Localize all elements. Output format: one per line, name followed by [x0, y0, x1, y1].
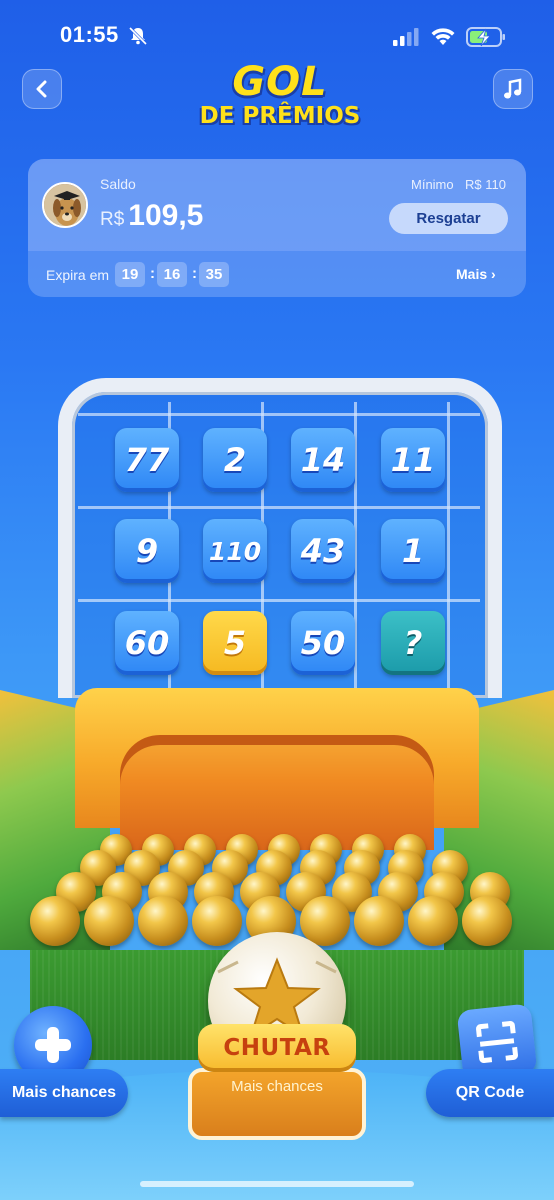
chevron-left-icon — [36, 80, 47, 98]
prize-tile: 5 — [203, 611, 267, 675]
balance-value: 109,5 — [128, 199, 204, 232]
gold-ball — [84, 896, 134, 946]
home-indicator — [140, 1181, 414, 1187]
balance-currency: R$ — [100, 209, 125, 230]
signal-icon — [393, 28, 419, 46]
timer-minutes: 16 — [157, 262, 187, 287]
gold-ball — [462, 896, 512, 946]
timer-separator: : — [192, 265, 197, 282]
prize-tile: 77 — [115, 428, 179, 492]
timer-seconds: 35 — [199, 262, 229, 287]
qr-code-button[interactable]: QR Code — [426, 1069, 554, 1117]
prize-tile: 14 — [291, 428, 355, 492]
music-button[interactable] — [493, 69, 533, 109]
plus-icon — [35, 1027, 71, 1063]
prize-tile: 11 — [381, 428, 445, 492]
logo-line-1: GOL — [232, 59, 328, 105]
gold-ball — [354, 896, 404, 946]
kick-button[interactable]: Mais chances CHUTAR — [188, 1024, 366, 1140]
timer-separator: : — [150, 265, 155, 282]
back-button[interactable] — [22, 69, 62, 109]
prize-tile: 43 — [291, 519, 355, 583]
prize-tile: 110 — [203, 519, 267, 583]
prize-tile: 2 — [203, 428, 267, 492]
balance-card: Saldo R$ 109,5 Mínimo R$ 110 Resgatar Ex… — [28, 159, 526, 297]
status-bar: 01:55 — [0, 0, 554, 60]
kick-sub-label: Mais chances — [188, 1068, 366, 1140]
redeem-button[interactable]: Resgatar — [389, 203, 508, 234]
gold-ball — [408, 896, 458, 946]
balance-amount: R$ 109,5 — [100, 199, 203, 233]
battery-charging-icon — [466, 27, 505, 47]
timer-hours: 19 — [115, 262, 145, 287]
expires-label: Expira em — [46, 267, 110, 283]
status-time: 01:55 — [60, 22, 119, 47]
wifi-icon — [431, 28, 455, 45]
more-chances-button[interactable]: Mais chances — [0, 1069, 128, 1117]
prize-tile: 50 — [291, 611, 355, 675]
prize-tile: 9 — [115, 519, 179, 583]
minimum-label: Mínimo — [411, 177, 454, 192]
gold-ball — [30, 896, 80, 946]
balance-label: Saldo — [100, 176, 136, 192]
music-note-icon — [504, 78, 522, 99]
gold-ball — [138, 896, 188, 946]
gold-ball — [192, 896, 242, 946]
prize-tile: ? — [381, 611, 445, 675]
logo-line-2: DE PRÊMIOS — [199, 103, 361, 129]
qr-scan-icon — [476, 1021, 518, 1063]
more-link[interactable]: Mais › — [456, 266, 496, 282]
game-logo: GOL DE PRÊMIOS — [180, 62, 380, 130]
avatar[interactable] — [42, 182, 88, 228]
prize-tile: 60 — [115, 611, 179, 675]
prize-tile: 1 — [381, 519, 445, 583]
minimum-value: R$ 110 — [465, 177, 506, 192]
bell-muted-icon — [128, 26, 148, 46]
kick-label: CHUTAR — [198, 1024, 356, 1072]
